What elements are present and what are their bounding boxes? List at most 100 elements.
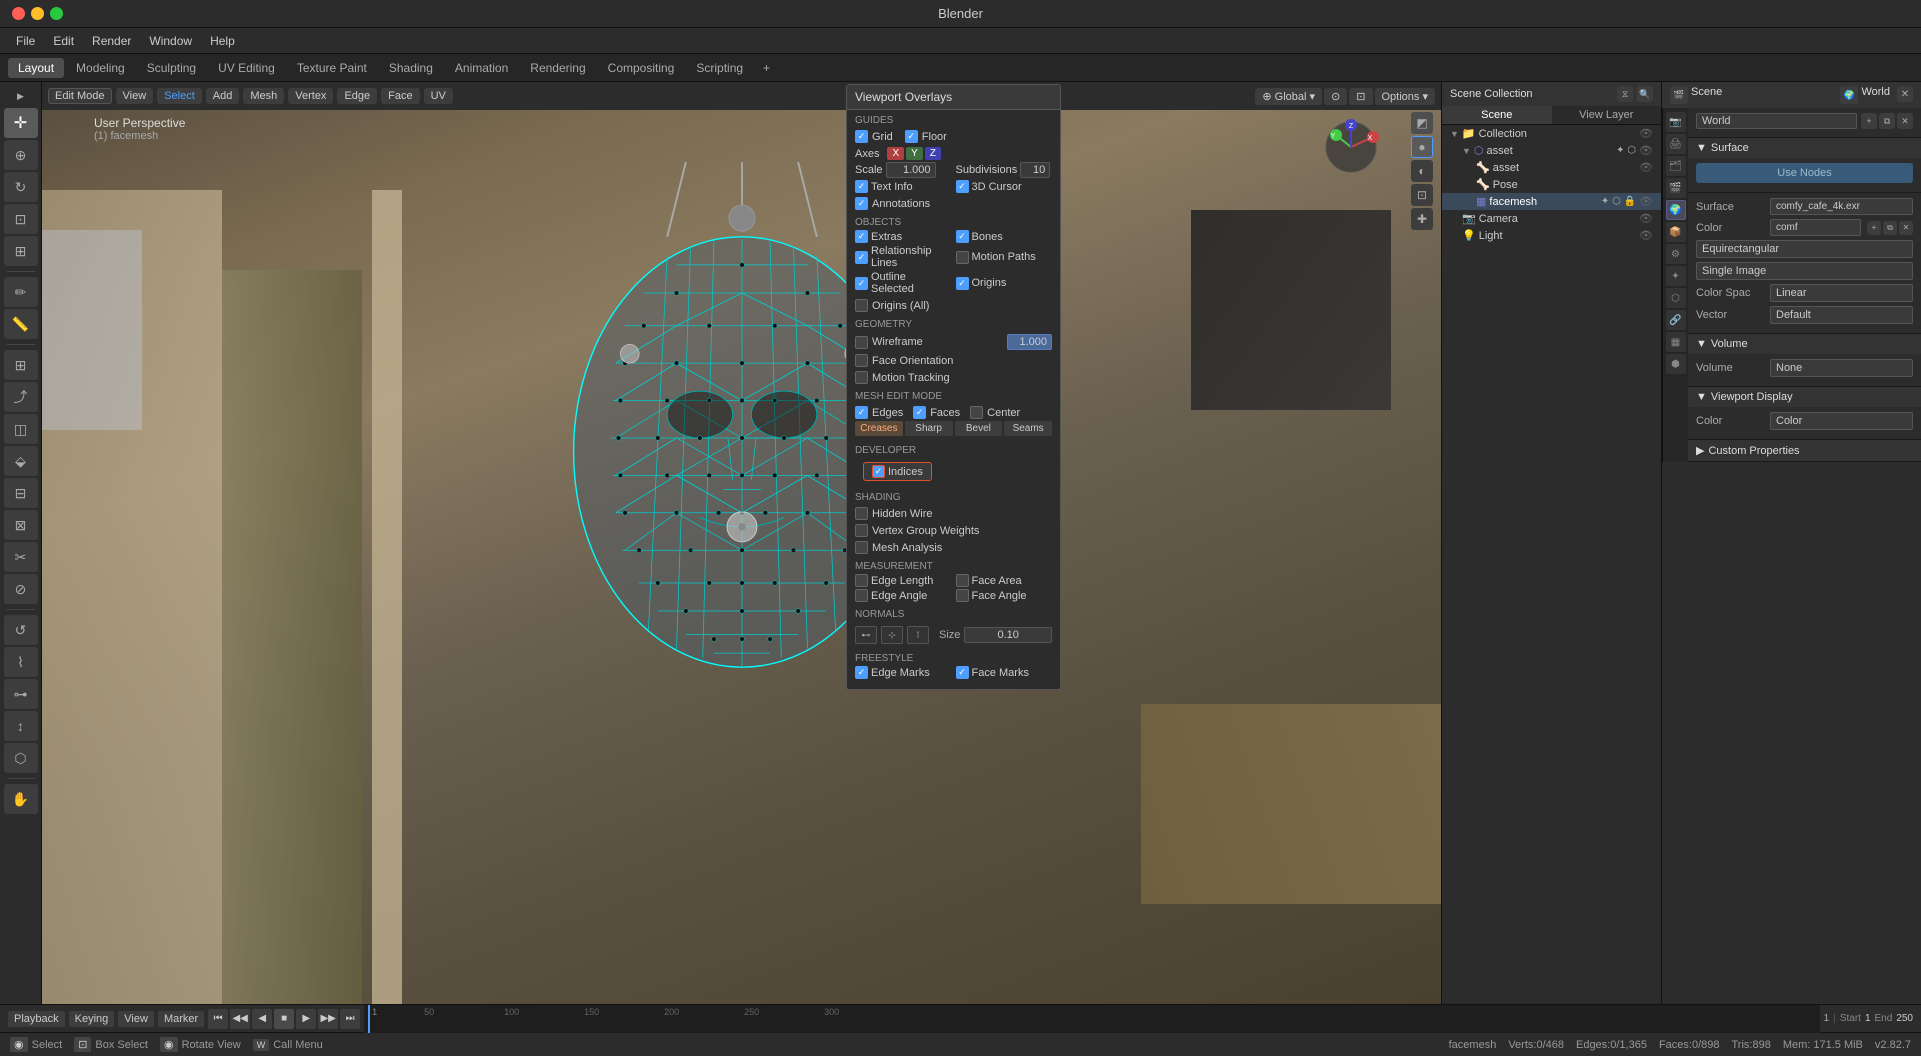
projection-value[interactable]: Equirectangular — [1696, 240, 1913, 258]
props-material-icon[interactable]: ⬢ — [1666, 354, 1686, 374]
viewport-uv-btn[interactable]: UV — [424, 88, 453, 104]
tab-view-layer[interactable]: View Layer — [1552, 106, 1662, 124]
face-area-checkbox[interactable] — [956, 574, 969, 587]
tab-scripting[interactable]: Scripting — [686, 58, 753, 78]
face-angle-checkbox[interactable] — [956, 589, 969, 602]
indices-checkbox[interactable]: ✓ — [872, 465, 885, 478]
light-eye-icon[interactable]: 👁 — [1639, 229, 1653, 242]
scene-filter-btn[interactable]: ⧖ — [1617, 86, 1633, 102]
color-value[interactable]: comf — [1770, 219, 1861, 236]
minimize-button[interactable] — [31, 7, 44, 20]
maximize-button[interactable] — [50, 7, 63, 20]
props-constraints-icon[interactable]: 🔗 — [1666, 310, 1686, 330]
tool-bevel[interactable]: ⬙ — [4, 446, 38, 476]
armature-eye-icon[interactable]: 👁 — [1639, 161, 1653, 174]
vp-color-value[interactable]: Color — [1770, 412, 1913, 430]
surface-header[interactable]: ▼ Surface — [1688, 138, 1921, 158]
normals-size-input[interactable] — [964, 627, 1052, 643]
outline-selected-checkbox[interactable]: ✓ — [855, 277, 868, 290]
faces-checkbox[interactable]: ✓ — [913, 406, 926, 419]
transform-global-btn[interactable]: ⊕ Global ▾ — [1255, 88, 1322, 105]
tool-transform[interactable]: ⊞ — [4, 236, 38, 266]
tree-item-camera[interactable]: 📷 Camera 👁 — [1442, 210, 1661, 227]
axis-z-btn[interactable]: Z — [925, 147, 941, 160]
normal-loop-btn[interactable]: ⊺ — [907, 626, 929, 644]
mesh-analysis-checkbox[interactable] — [855, 541, 868, 554]
asset-eye-icon[interactable]: 👁 — [1639, 144, 1653, 157]
viewport-select-btn[interactable]: Select — [157, 88, 202, 104]
tool-extrude[interactable]: ⤴ — [4, 382, 38, 412]
custom-properties-header[interactable]: ▶ Custom Properties — [1688, 440, 1921, 461]
props-output-icon[interactable]: 🖨 — [1666, 134, 1686, 154]
bones-checkbox[interactable]: ✓ — [956, 230, 969, 243]
sharp-btn[interactable]: Sharp — [905, 421, 953, 436]
relationship-lines-checkbox[interactable]: ✓ — [855, 251, 868, 264]
edge-marks-checkbox[interactable]: ✓ — [855, 666, 868, 679]
annotations-checkbox[interactable]: ✓ — [855, 197, 868, 210]
viewport-add-btn[interactable]: Add — [206, 88, 240, 104]
world-copy-btn[interactable]: ⧉ — [1879, 113, 1895, 129]
world-new-btn[interactable]: + — [1861, 113, 1877, 129]
tab-layout[interactable]: Layout — [8, 58, 64, 78]
tool-move[interactable]: ⊕ — [4, 140, 38, 170]
world-name-field[interactable]: World — [1696, 113, 1857, 129]
indices-btn[interactable]: ✓ Indices — [863, 462, 932, 481]
vertex-group-weights-checkbox[interactable] — [855, 524, 868, 537]
options-btn[interactable]: Options ▾ — [1375, 88, 1436, 105]
play-fwd-btn[interactable]: ▶ — [296, 1009, 316, 1029]
tool-add[interactable]: ⊞ — [4, 350, 38, 380]
hidden-wire-checkbox[interactable] — [855, 507, 868, 520]
color-new-btn[interactable]: + — [1867, 221, 1881, 235]
step-back-btn[interactable]: ◀◀ — [230, 1009, 250, 1029]
keying-btn[interactable]: Keying — [69, 1011, 115, 1027]
playback-btn[interactable]: Playback — [8, 1011, 65, 1027]
surface-value[interactable]: comfy_cafe_4k.exr — [1770, 198, 1913, 215]
timeline-ruler[interactable]: 1 50 100 150 200 250 300 — [364, 1005, 1819, 1033]
menu-file[interactable]: File — [8, 32, 43, 50]
tool-shrink[interactable]: ⊶ — [4, 679, 38, 709]
text-info-checkbox[interactable]: ✓ — [855, 180, 868, 193]
origins-checkbox[interactable]: ✓ — [956, 277, 969, 290]
subdivisions-input[interactable] — [1020, 162, 1050, 178]
tree-item-pose[interactable]: 🦴 Pose — [1442, 176, 1661, 193]
menu-help[interactable]: Help — [202, 32, 243, 50]
tab-modeling[interactable]: Modeling — [66, 58, 135, 78]
scale-input[interactable] — [886, 162, 936, 178]
wireframe-checkbox[interactable] — [855, 336, 868, 349]
use-nodes-btn[interactable]: Use Nodes — [1696, 163, 1913, 183]
facemesh-eye-icon[interactable]: 👁 — [1639, 195, 1653, 208]
tab-shading[interactable]: Shading — [379, 58, 443, 78]
tree-item-asset[interactable]: ▼ ⬡ asset ✦ ⬡ 👁 — [1442, 142, 1661, 159]
props-physics-icon[interactable]: ⬡ — [1666, 288, 1686, 308]
tree-item-light[interactable]: 💡 Light 👁 — [1442, 227, 1661, 244]
tool-offset-loop[interactable]: ⊠ — [4, 510, 38, 540]
tool-rotate[interactable]: ↻ — [4, 172, 38, 202]
tool-inset[interactable]: ◫ — [4, 414, 38, 444]
window-controls[interactable] — [12, 7, 63, 20]
floor-checkbox[interactable]: ✓ — [905, 130, 918, 143]
tool-knife[interactable]: ✂ — [4, 542, 38, 572]
scene-search-btn[interactable]: 🔍 — [1637, 86, 1653, 102]
menu-render[interactable]: Render — [84, 32, 139, 50]
menu-window[interactable]: Window — [141, 32, 200, 50]
menu-edit[interactable]: Edit — [45, 32, 82, 50]
motion-tracking-checkbox[interactable] — [855, 371, 868, 384]
viewport-shading-render[interactable]: ◐ — [1411, 160, 1433, 182]
add-workspace-button[interactable]: + — [755, 58, 778, 78]
tool-smooth[interactable]: ⌇ — [4, 647, 38, 677]
props-scene-settings-icon[interactable]: 🎬 — [1666, 178, 1686, 198]
viewport-face-btn[interactable]: Face — [381, 88, 419, 104]
tool-spin[interactable]: ↺ — [4, 615, 38, 645]
props-world-icon[interactable]: 🌍 — [1840, 86, 1858, 104]
edge-angle-checkbox[interactable] — [855, 589, 868, 602]
face-orientation-checkbox[interactable] — [855, 354, 868, 367]
axis-x-btn[interactable]: X — [887, 147, 904, 160]
jump-start-btn[interactable]: ⏮ — [208, 1009, 228, 1029]
viewport-view-btn[interactable]: View — [116, 88, 154, 104]
tab-texture-paint[interactable]: Texture Paint — [287, 58, 377, 78]
play-back-btn[interactable]: ◀ — [252, 1009, 272, 1029]
camera-eye-icon[interactable]: 👁 — [1639, 212, 1653, 225]
bevel-btn[interactable]: Bevel — [955, 421, 1003, 436]
props-render-icon[interactable]: 📷 — [1666, 112, 1686, 132]
viewport-shading-material[interactable]: ◩ — [1411, 112, 1433, 134]
